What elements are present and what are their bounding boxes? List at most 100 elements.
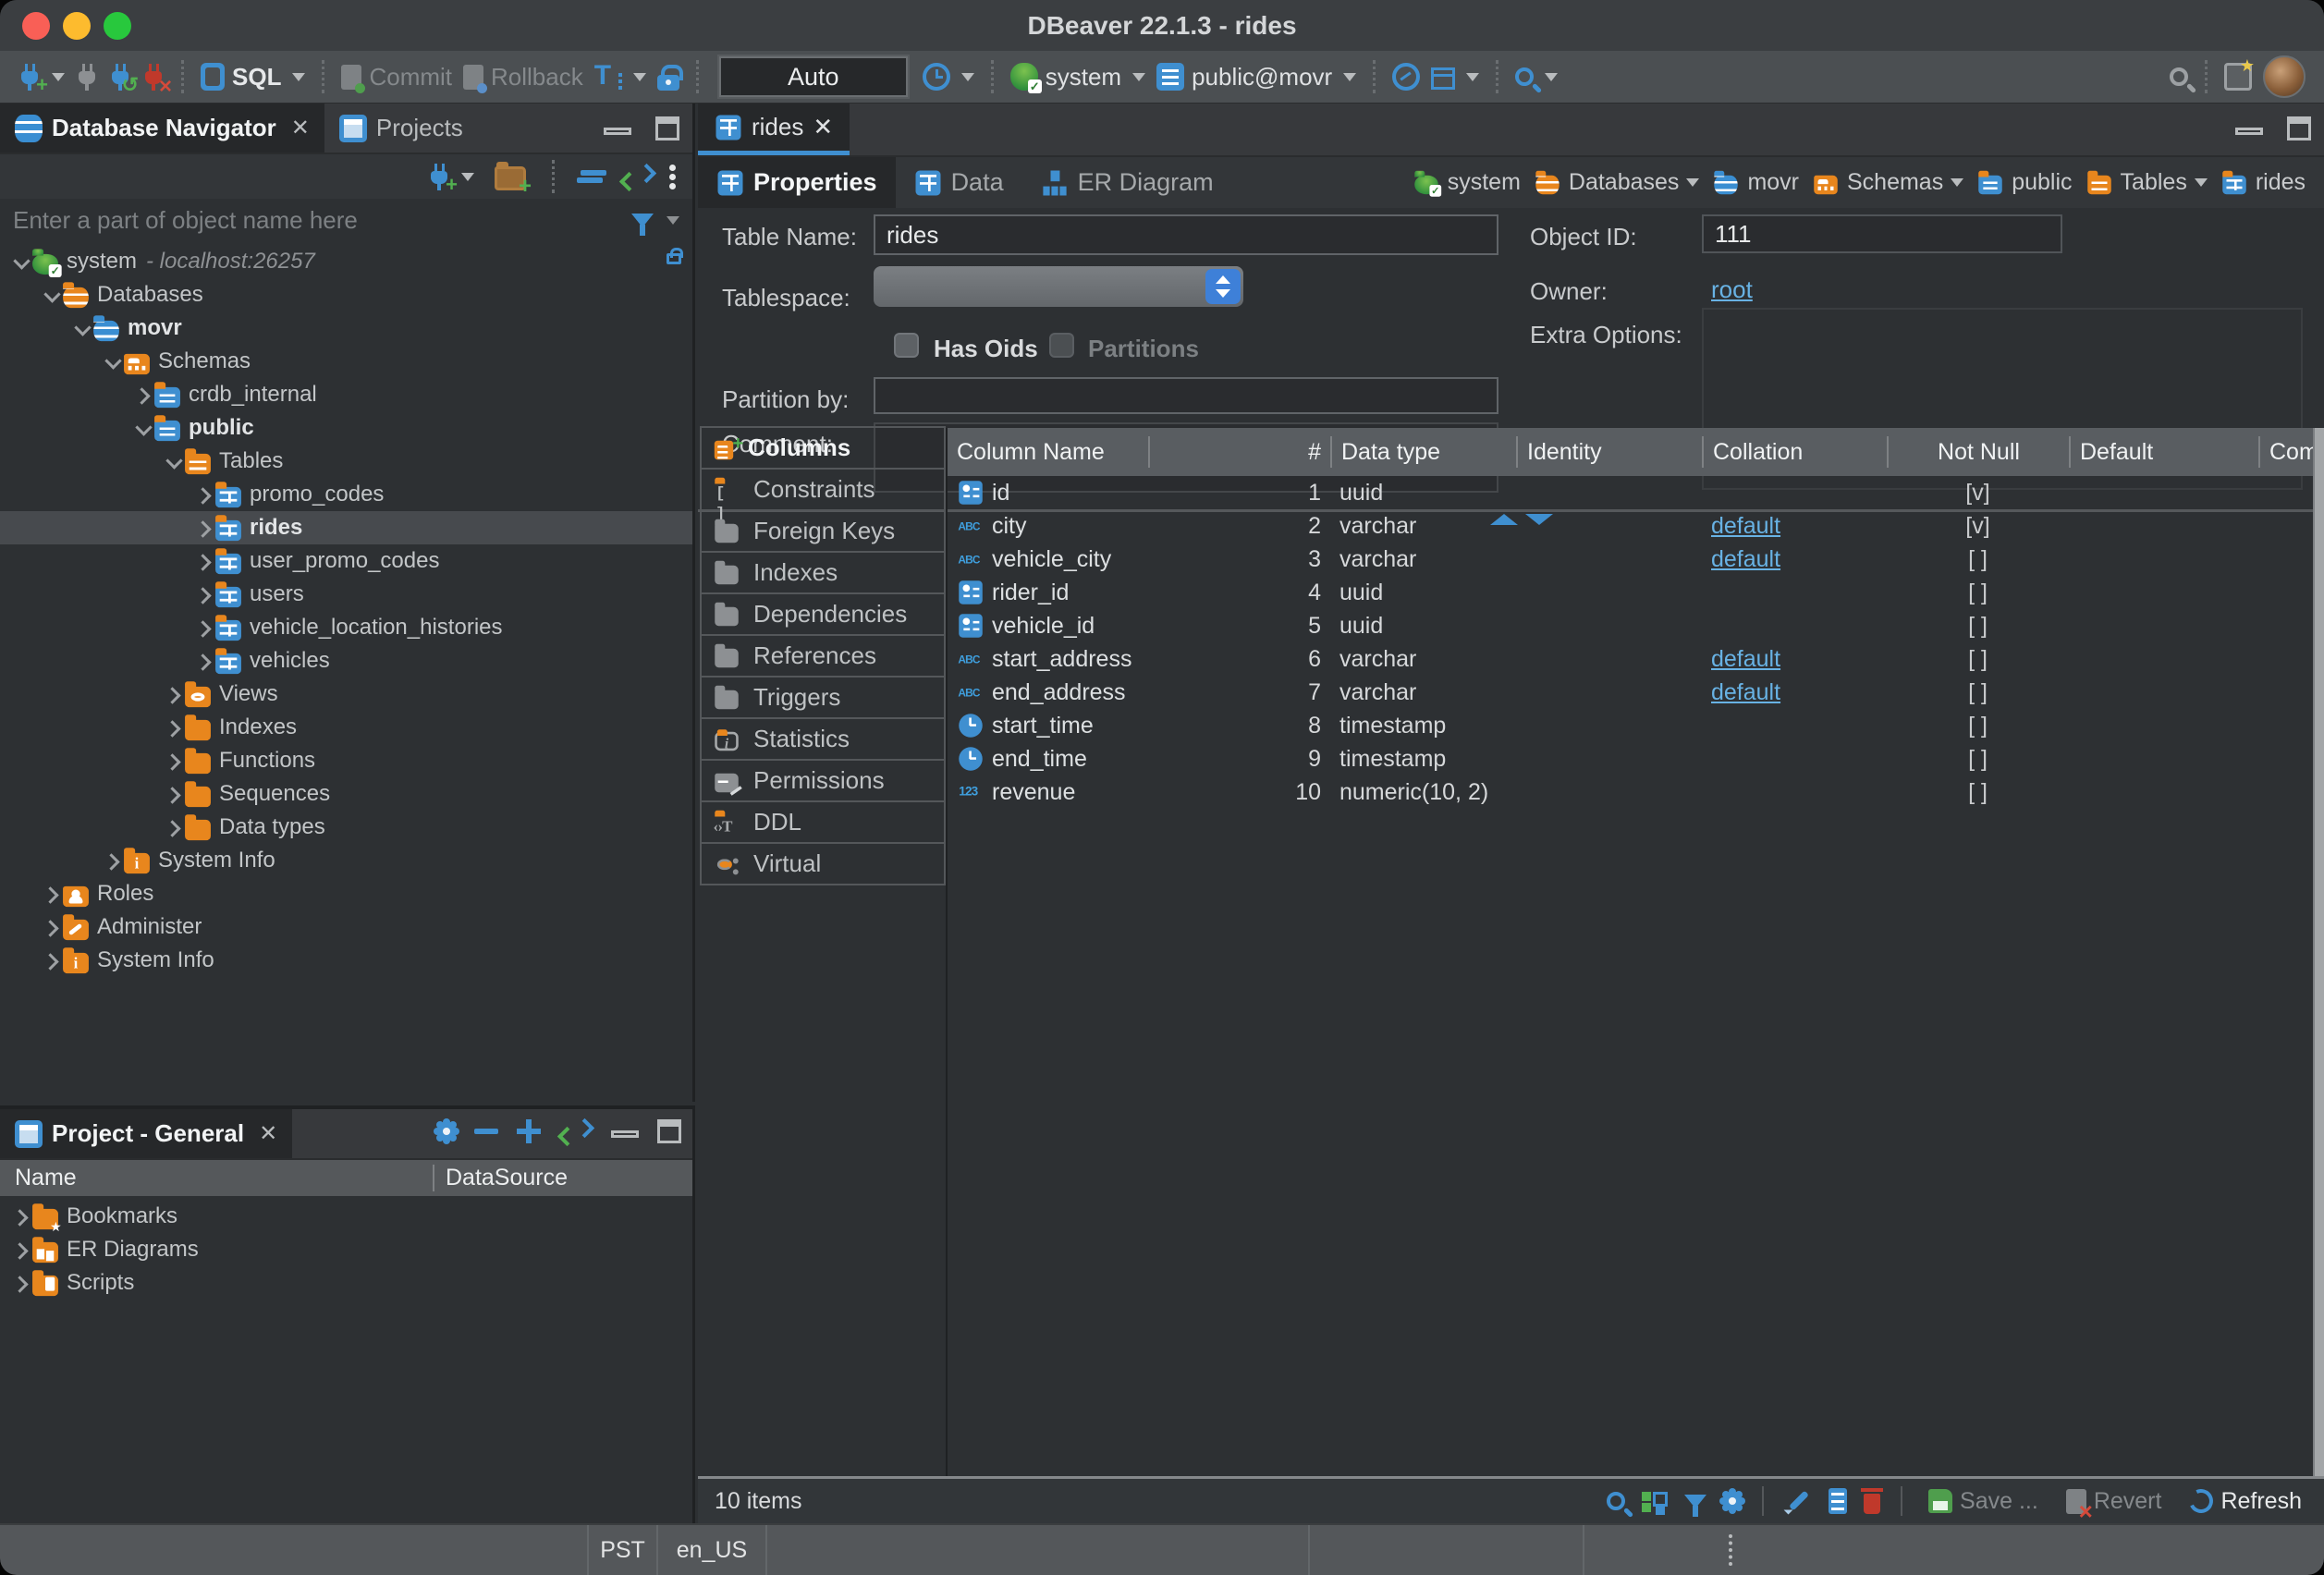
tree-item[interactable]: Administer (0, 910, 692, 944)
column-notnull[interactable]: [ ] (1887, 613, 2069, 640)
dashboard-button[interactable] (1392, 63, 1420, 91)
breadcrumb-item[interactable]: Schemas (1808, 169, 1967, 196)
tree-item[interactable]: Views (0, 678, 692, 711)
column-row[interactable]: rider_id 4 uuid [ ] (948, 576, 2324, 609)
expand-chevron-icon[interactable] (164, 716, 184, 739)
expand-chevron-icon[interactable] (194, 550, 214, 572)
column-row[interactable]: city 2 varchar default [v] (948, 509, 2324, 543)
collation-link[interactable]: default (1711, 646, 1780, 672)
new-connection-button[interactable]: + (428, 163, 474, 190)
user-avatar[interactable] (2263, 55, 2306, 98)
tree-item[interactable]: users (0, 578, 692, 611)
tree-item[interactable]: rides (0, 511, 692, 544)
side-tab[interactable]: DDL (700, 800, 946, 844)
disconnect-button[interactable] (76, 63, 98, 91)
tree-item[interactable]: System Info (0, 944, 692, 977)
active-schema-selector[interactable]: public@movr (1156, 63, 1356, 92)
column-notnull[interactable]: [ ] (1887, 746, 2069, 773)
vertical-scrollbar[interactable] (2313, 428, 2324, 1476)
maximize-editor-icon[interactable] (2287, 116, 2311, 140)
tree-item[interactable]: system - localhost:26257 (0, 245, 692, 278)
expand-chevron-icon[interactable] (11, 1272, 31, 1294)
side-tab[interactable]: Triggers (700, 676, 946, 719)
minimize-view-icon[interactable] (604, 128, 631, 135)
expand-chevron-icon[interactable] (72, 317, 92, 339)
close-window-button[interactable] (22, 12, 50, 40)
expand-chevron-icon[interactable] (103, 849, 123, 872)
view-menu-icon[interactable] (669, 165, 676, 171)
column-row[interactable]: start_address 6 varchar default [ ] (948, 642, 2324, 676)
tree-item[interactable]: Databases (0, 278, 692, 311)
column-row[interactable]: start_time 8 timestamp [ ] (948, 709, 2324, 742)
expand-chevron-icon[interactable] (42, 949, 62, 971)
expand-chevron-icon[interactable] (164, 816, 184, 838)
refresh-button[interactable]: Refresh (2189, 1488, 2302, 1515)
col-header-collation[interactable]: Collation (1702, 436, 1887, 468)
column-visibility-icon[interactable] (1829, 1488, 1847, 1514)
sql-editor-button[interactable]: SQL (201, 63, 305, 92)
transaction-lock-button[interactable] (657, 63, 679, 91)
tree-item[interactable]: promo_codes (0, 478, 692, 511)
object-search-button[interactable] (1515, 67, 1558, 86)
owner-link[interactable]: root (1711, 275, 1753, 304)
tree-item[interactable]: vehicles (0, 644, 692, 678)
side-tab[interactable]: Statistics (700, 717, 946, 761)
zoom-window-button[interactable] (104, 12, 131, 40)
partition-by-input[interactable] (874, 377, 1498, 414)
edit-pencil-icon[interactable] (1784, 1487, 1812, 1515)
column-row[interactable]: id 1 uuid [v] (948, 476, 2324, 509)
column-notnull[interactable]: [v] (1887, 513, 2069, 540)
object-id-input[interactable] (1702, 214, 2062, 253)
tree-item[interactable]: crdb_internal (0, 378, 692, 411)
tab-data[interactable]: Data (896, 157, 1022, 208)
side-tab[interactable]: Columns (700, 426, 946, 470)
breadcrumb-item[interactable]: system (1409, 169, 1524, 196)
expand-chevron-icon[interactable] (194, 583, 214, 605)
commit-mode-combo[interactable]: Auto (719, 56, 908, 97)
object-filter-input[interactable] (13, 206, 622, 235)
side-tab[interactable]: Virtual (700, 842, 946, 885)
connect-button[interactable]: + (18, 63, 65, 91)
breadcrumb-item[interactable]: rides (2217, 169, 2309, 196)
expand-chevron-icon[interactable] (164, 783, 184, 805)
maximize-view-icon[interactable] (657, 1119, 681, 1143)
close-tab-icon[interactable]: ✕ (291, 115, 310, 141)
active-connection-selector[interactable]: system (1010, 63, 1145, 92)
column-header-name[interactable]: Name (0, 1165, 433, 1191)
expand-chevron-icon[interactable] (11, 1205, 31, 1227)
editor-tab-rides[interactable]: rides✕ (698, 104, 850, 155)
collation-link[interactable]: default (1711, 513, 1780, 539)
project-tree-item[interactable]: Bookmarks (0, 1200, 692, 1233)
expand-all-icon[interactable] (517, 1119, 541, 1143)
column-notnull[interactable]: [ ] (1887, 580, 2069, 606)
collapse-all-icon[interactable] (474, 1129, 498, 1134)
settings-gear-icon[interactable] (437, 1122, 456, 1141)
column-notnull[interactable]: [ ] (1887, 646, 2069, 673)
column-header-datasource[interactable]: DataSource (433, 1165, 692, 1191)
transaction-log-button[interactable] (923, 63, 974, 91)
expand-chevron-icon[interactable] (194, 517, 214, 539)
breadcrumb-item[interactable]: movr (1708, 169, 1803, 196)
chevron-down-icon[interactable] (1951, 178, 1963, 187)
tab-projects[interactable]: Projects (324, 104, 478, 153)
column-row[interactable]: vehicle_id 5 uuid [ ] (948, 609, 2324, 642)
reconnect-button[interactable]: ↺ (109, 63, 131, 91)
grid-settings-icon[interactable] (1723, 1492, 1742, 1510)
tree-item[interactable]: public (0, 411, 692, 445)
delete-row-icon[interactable] (1864, 1494, 1880, 1514)
tree-item[interactable]: Tables (0, 445, 692, 478)
column-row[interactable]: revenue 10 numeric(10, 2) [ ] (948, 775, 2324, 809)
tree-item[interactable]: Schemas (0, 345, 692, 378)
col-header-datatype[interactable]: Data type (1330, 436, 1516, 468)
expand-chevron-icon[interactable] (103, 350, 123, 372)
tree-item[interactable]: user_promo_codes (0, 544, 692, 578)
filter-icon[interactable] (1684, 1495, 1706, 1508)
has-oids-checkbox[interactable] (894, 333, 919, 358)
expand-chevron-icon[interactable] (11, 250, 31, 273)
chevron-down-icon[interactable] (1686, 178, 1699, 187)
expand-chevron-icon[interactable] (133, 384, 153, 406)
expand-chevron-icon[interactable] (194, 617, 214, 639)
column-row[interactable]: vehicle_city 3 varchar default [ ] (948, 543, 2324, 576)
col-header-name[interactable]: Column Name (948, 436, 1148, 468)
filter-funnel-icon[interactable] (631, 214, 654, 227)
